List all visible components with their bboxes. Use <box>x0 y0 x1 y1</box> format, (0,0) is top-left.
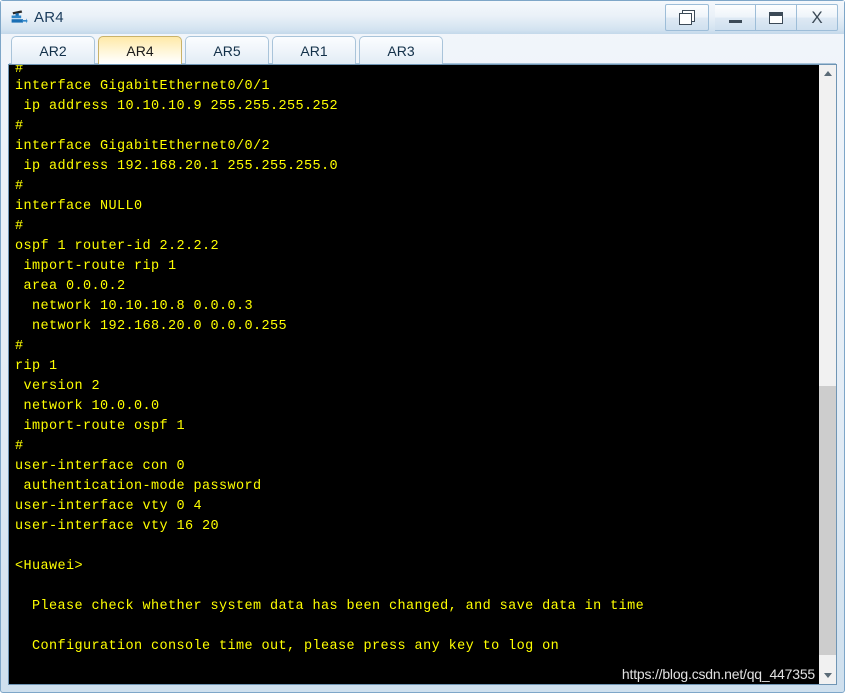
title-bar: AR4 X <box>1 1 844 34</box>
tab-label: AR5 <box>213 42 241 59</box>
window-title: AR4 <box>34 9 64 26</box>
terminal-line: import-route ospf 1 <box>15 419 186 434</box>
tab-ar3[interactable]: AR3 <box>359 36 443 64</box>
terminal-line: import-route rip 1 <box>15 259 177 274</box>
terminal-line: network 10.10.10.8 0.0.0.3 <box>15 299 254 314</box>
minimize-button[interactable] <box>715 4 756 31</box>
terminal-line: ip address 10.10.10.9 255.255.255.252 <box>15 99 339 114</box>
title-bar-left: AR4 <box>9 8 64 27</box>
terminal-line: # <box>15 219 24 234</box>
terminal-line: rip 1 <box>15 359 58 374</box>
terminal-line: ip address 192.168.20.1 255.255.255.0 <box>15 159 339 174</box>
minimize-icon <box>728 20 742 23</box>
terminal-line: Please check whether system data has bee… <box>15 599 645 614</box>
tab-label: AR4 <box>126 42 154 59</box>
terminal-line: # <box>15 439 24 454</box>
tab-ar2[interactable]: AR2 <box>11 36 95 64</box>
scrollbar-thumb[interactable] <box>819 386 836 656</box>
router-icon <box>9 8 28 27</box>
chevron-down-icon <box>823 673 832 678</box>
close-icon: X <box>811 8 823 27</box>
terminal-panel: # interface GigabitEthernet0/0/1 ip addre… <box>8 64 837 685</box>
chevron-up-icon <box>823 71 832 76</box>
tab-ar4[interactable]: AR4 <box>98 36 182 64</box>
restore-window-button[interactable] <box>665 4 709 31</box>
terminal-line: # <box>15 65 24 77</box>
terminal-line: <Huawei> <box>15 559 84 574</box>
tab-label: AR3 <box>387 42 415 59</box>
maximize-button[interactable] <box>756 4 797 31</box>
terminal-line: # <box>15 179 24 194</box>
tab-ar1[interactable]: AR1 <box>272 36 356 64</box>
terminal-line: user-interface vty 16 20 <box>15 519 220 534</box>
close-button[interactable]: X <box>797 4 838 31</box>
scrollbar-track[interactable] <box>819 82 836 667</box>
restore-windows-icon <box>678 9 696 26</box>
terminal-line: interface NULL0 <box>15 199 143 214</box>
scroll-up-button[interactable] <box>819 65 836 82</box>
terminal-line: network 10.0.0.0 <box>15 399 160 414</box>
terminal-line: # <box>15 119 24 134</box>
terminal-output[interactable]: # interface GigabitEthernet0/0/1 ip addre… <box>9 65 818 684</box>
tab-ar5[interactable]: AR5 <box>185 36 269 64</box>
tab-label: AR1 <box>300 42 328 59</box>
terminal-vertical-scrollbar[interactable] <box>818 65 836 684</box>
terminal-line: user-interface vty 0 4 <box>15 499 203 514</box>
terminal-line: interface GigabitEthernet0/0/2 <box>15 139 271 154</box>
terminal-line: area 0.0.0.2 <box>15 279 126 294</box>
window-controls: X <box>665 4 838 31</box>
scroll-down-button[interactable] <box>819 667 836 684</box>
terminal-line: version 2 <box>15 379 101 394</box>
terminal-line: network 192.168.20.0 0.0.0.255 <box>15 319 288 334</box>
watermark-text: https://blog.csdn.net/qq_447355 <box>621 666 815 682</box>
terminal-line: user-interface con 0 <box>15 459 186 474</box>
router-cli-window: AR4 X AR2 AR4 AR5 AR1 AR3 # interface Gi… <box>0 0 845 693</box>
tab-label: AR2 <box>39 42 67 59</box>
terminal-line: authentication-mode password <box>15 479 262 494</box>
terminal-line: ospf 1 router-id 2.2.2.2 <box>15 239 220 254</box>
terminal-line: Configuration console time out, please p… <box>15 639 560 654</box>
terminal-line: # <box>15 339 24 354</box>
terminal-line: interface GigabitEthernet0/0/1 <box>15 79 271 94</box>
device-tab-strip: AR2 AR4 AR5 AR1 AR3 <box>1 34 844 64</box>
maximize-icon <box>769 11 783 24</box>
